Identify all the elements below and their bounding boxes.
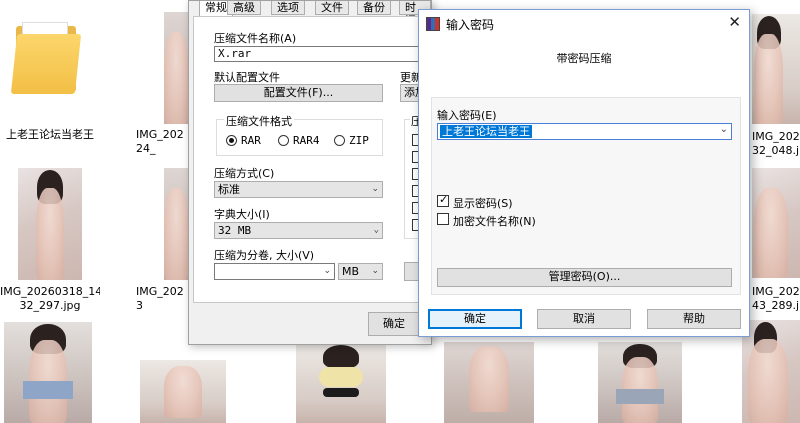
cancel-button[interactable]: 取消 <box>537 309 631 329</box>
dictionary-select[interactable]: 32 MB ⌄ <box>214 222 383 239</box>
file-thumbnail[interactable] <box>164 12 188 124</box>
method-value: 标准 <box>218 183 240 196</box>
folder-icon[interactable] <box>10 20 82 100</box>
file-thumbnail[interactable] <box>18 168 82 280</box>
manage-passwords-button[interactable]: 管理密码(O)... <box>437 268 732 287</box>
profile-button[interactable]: 配置文件(F)... <box>214 84 383 102</box>
chevron-down-icon: ⌄ <box>371 266 379 276</box>
chevron-down-icon: ⌄ <box>323 266 331 276</box>
chevron-down-icon: ⌄ <box>371 184 379 194</box>
split-unit-select[interactable]: MB ⌄ <box>338 263 383 280</box>
file-label[interactable]: IMG_202 24_ <box>136 128 188 156</box>
chevron-down-icon: ⌄ <box>373 225 379 235</box>
file-thumbnail[interactable] <box>296 345 386 423</box>
dictionary-value: 32 MB <box>218 224 252 237</box>
format-rar-label: RAR <box>241 134 261 147</box>
format-group-label: 压缩文件格式 <box>224 113 294 129</box>
dictionary-label: 字典大小(I) <box>214 208 270 221</box>
file-label[interactable]: IMG_2026031 43_289.j <box>752 285 800 313</box>
tab-advanced[interactable]: 高级 <box>227 1 261 15</box>
file-label[interactable]: IMG_20260318_1458 32_297.jpg <box>0 285 100 313</box>
file-thumbnail[interactable] <box>4 322 92 423</box>
tab-backup[interactable]: 备份 <box>357 1 391 15</box>
password-label: 输入密码(E) <box>437 109 497 122</box>
window-title: 输入密码 <box>446 18 495 32</box>
file-thumbnail[interactable] <box>140 360 226 423</box>
file-thumbnail[interactable] <box>742 320 800 423</box>
password-value: 上老王论坛当老王 <box>440 125 532 138</box>
file-thumbnail[interactable] <box>444 342 534 423</box>
general-panel: 压缩文件名称(A) X.rar 默认配置文件 配置文件(F)... 更新 添加 … <box>193 16 430 303</box>
format-rar4-radio[interactable] <box>278 135 289 146</box>
close-icon[interactable]: ✕ <box>728 13 741 31</box>
encrypt-names-label: 加密文件名称(N) <box>453 215 536 228</box>
show-password-checkbox[interactable] <box>437 193 449 207</box>
split-size-input[interactable]: ⌄ <box>214 263 335 280</box>
method-label: 压缩方式(C) <box>214 167 275 180</box>
file-thumbnail[interactable] <box>598 342 682 423</box>
tab-strip: 常规 高级 选项 文件 备份 时间 <box>189 1 431 27</box>
split-label: 压缩为分卷, 大小(V) <box>214 249 315 262</box>
archive-settings-dialog: 常规 高级 选项 文件 备份 时间 压缩文件名称(A) X.rar 默认配置文件… <box>188 0 432 345</box>
dialog-subtitle: 带密码压缩 <box>556 52 612 65</box>
winrar-app-icon <box>426 17 440 31</box>
file-label[interactable]: IMG_202 3 <box>136 285 188 313</box>
chevron-down-icon[interactable]: ⌄ <box>720 124 728 135</box>
password-input[interactable]: 上老王论坛当老王 ⌄ <box>437 123 732 140</box>
default-profile-label: 默认配置文件 <box>214 71 280 84</box>
method-select[interactable]: 标准 ⌄ <box>214 181 383 198</box>
tab-files[interactable]: 文件 <box>315 1 349 15</box>
split-unit-value: MB <box>342 265 360 278</box>
format-zip-label: ZIP <box>349 134 369 147</box>
tab-options[interactable]: 选项 <box>271 1 305 15</box>
format-rar4-label: RAR4 <box>293 134 320 147</box>
archive-name-input[interactable]: X.rar <box>214 46 428 62</box>
format-rar-radio[interactable] <box>226 135 237 146</box>
format-zip-radio[interactable] <box>334 135 345 146</box>
file-thumbnail[interactable] <box>752 168 800 278</box>
folder-label[interactable]: 上老王论坛当老王 <box>0 128 100 142</box>
ok-button[interactable]: 确定 <box>428 309 522 329</box>
file-label[interactable]: IMG_2026031 32_048.j <box>752 130 800 158</box>
title-bar[interactable]: 输入密码 ✕ <box>419 10 749 38</box>
password-dialog: 输入密码 ✕ 带密码压缩 输入密码(E) 上老王论坛当老王 ⌄ 显示密码(S) … <box>418 9 750 337</box>
file-thumbnail[interactable] <box>752 14 800 124</box>
main-ok-button[interactable]: 确定 <box>368 312 420 336</box>
help-button[interactable]: 帮助 <box>647 309 741 329</box>
archive-name-label: 压缩文件名称(A) <box>214 32 297 45</box>
encrypt-names-checkbox[interactable] <box>437 213 449 225</box>
file-thumbnail[interactable] <box>164 168 188 280</box>
show-password-label: 显示密码(S) <box>453 197 513 210</box>
